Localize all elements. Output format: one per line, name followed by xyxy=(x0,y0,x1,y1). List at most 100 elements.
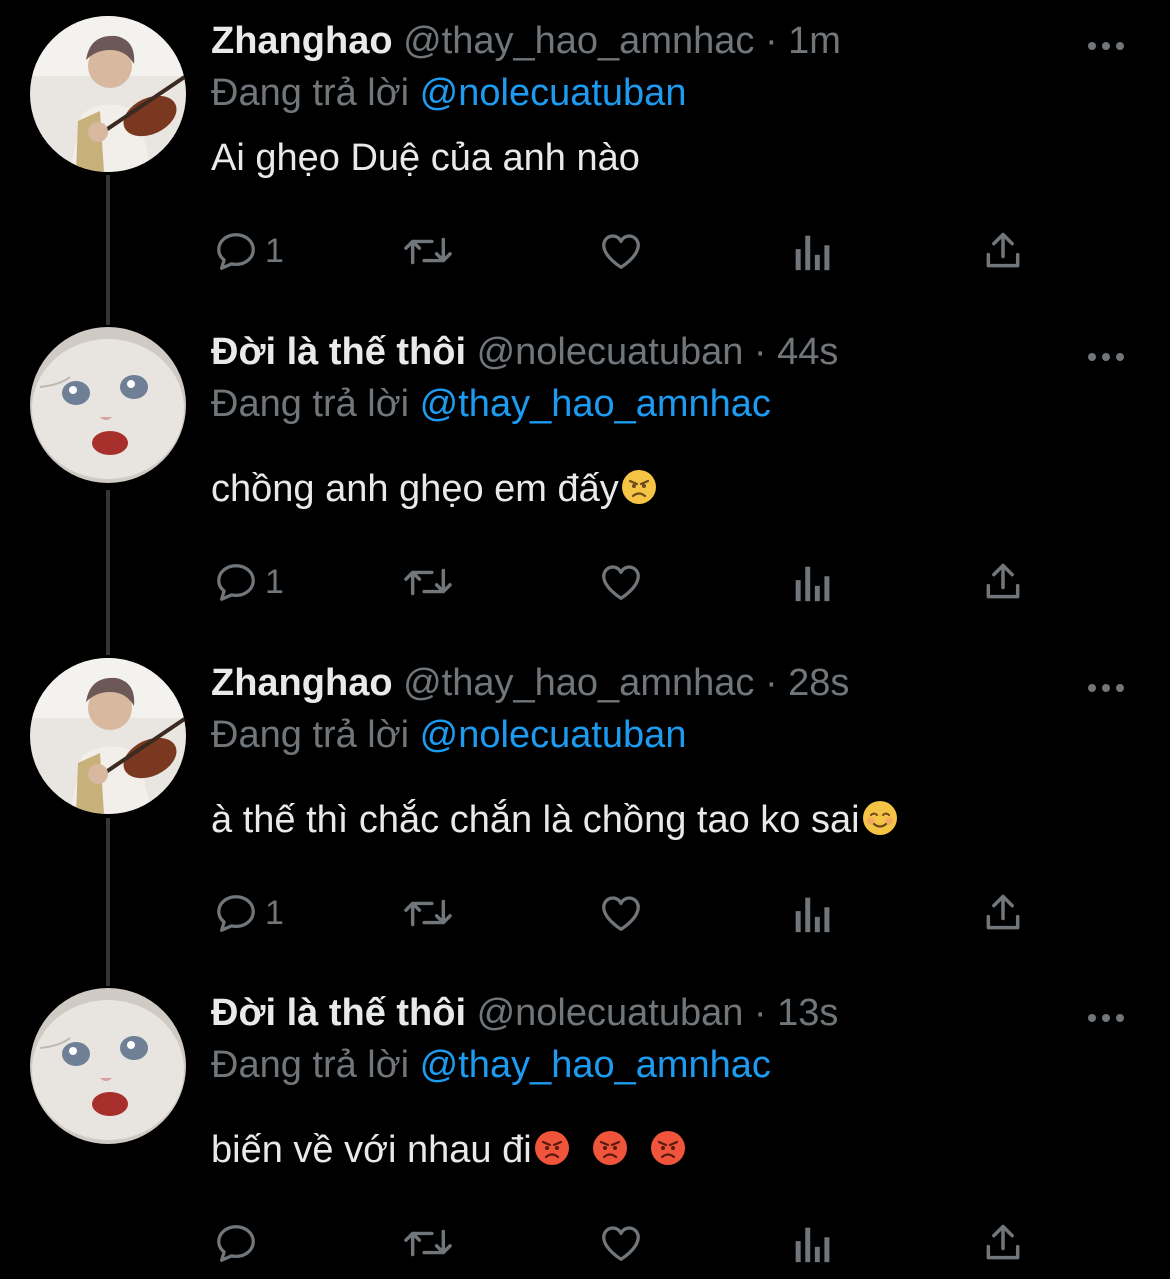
relieved-smile-icon xyxy=(862,801,897,835)
tweet-actions: 1 xyxy=(211,226,1041,276)
share-icon xyxy=(981,1220,1025,1266)
user-handle[interactable]: @nolecuatuban xyxy=(477,992,744,1034)
avatar[interactable] xyxy=(30,16,186,172)
retweet-button[interactable] xyxy=(401,226,455,276)
retweet-button[interactable] xyxy=(401,557,455,607)
more-icon[interactable] xyxy=(1086,36,1126,56)
replying-to: Đang trả lời @thay_hao_amnhac xyxy=(211,381,771,427)
heart-icon xyxy=(597,228,645,274)
share-button[interactable] xyxy=(981,226,1025,276)
retweet-button[interactable] xyxy=(401,888,455,938)
retweet-icon xyxy=(401,890,455,936)
replying-to-label: Đang trả lời xyxy=(211,1044,410,1086)
avatar[interactable] xyxy=(30,988,186,1144)
heart-icon xyxy=(597,559,645,605)
like-button[interactable] xyxy=(597,226,645,276)
replying-to: Đang trả lời @nolecuatuban xyxy=(211,70,686,116)
replying-to-label: Đang trả lời xyxy=(211,714,410,756)
tweet-actions: 1 xyxy=(211,557,1041,607)
user-handle[interactable]: @thay_hao_amnhac xyxy=(403,20,754,62)
tweet-header: Zhanghao @thay_hao_amnhac · 28s xyxy=(211,660,849,706)
separator: · xyxy=(764,20,778,62)
analytics-icon xyxy=(791,228,831,274)
tweet-actions xyxy=(211,1218,1041,1268)
pouting-face-icon xyxy=(650,1131,685,1165)
retweet-icon xyxy=(401,228,455,274)
reply-count: 1 xyxy=(265,231,284,270)
tweet-text: chồng anh ghẹo em đấy xyxy=(211,465,657,513)
analytics-icon xyxy=(791,559,831,605)
reply-icon xyxy=(213,559,259,605)
analytics-icon xyxy=(791,890,831,936)
avatar[interactable] xyxy=(30,658,186,814)
replying-to-label: Đang trả lời xyxy=(211,72,410,114)
tweet-header: Đời là thế thôi @nolecuatuban · 44s xyxy=(211,329,838,375)
display-name[interactable]: Đời là thế thôi xyxy=(211,331,466,373)
angry-face-icon xyxy=(621,470,656,504)
reply-button[interactable]: 1 xyxy=(213,888,284,938)
tweet[interactable]: Đời là thế thôi @nolecuatuban · 13s Đang… xyxy=(0,988,1170,1279)
timestamp[interactable]: 13s xyxy=(777,992,838,1034)
tweet-header: Đời là thế thôi @nolecuatuban · 13s xyxy=(211,990,838,1036)
separator: · xyxy=(764,662,778,704)
analytics-icon xyxy=(791,1220,831,1266)
reply-button[interactable]: 1 xyxy=(213,557,284,607)
heart-icon xyxy=(597,1220,645,1266)
reply-button[interactable] xyxy=(213,1218,265,1268)
pouting-face-icon xyxy=(534,1131,569,1165)
replying-to: Đang trả lời @thay_hao_amnhac xyxy=(211,1042,771,1088)
tweet[interactable]: Zhanghao @thay_hao_amnhac · 28s Đang trả… xyxy=(0,658,1170,958)
display-name[interactable]: Zhanghao xyxy=(211,20,393,62)
mention-link[interactable]: @nolecuatuban xyxy=(420,72,687,114)
views-button[interactable] xyxy=(791,557,831,607)
share-button[interactable] xyxy=(981,888,1025,938)
timestamp[interactable]: 44s xyxy=(777,331,838,373)
pouting-face-icon xyxy=(592,1131,627,1165)
user-handle[interactable]: @thay_hao_amnhac xyxy=(403,662,754,704)
share-button[interactable] xyxy=(981,1218,1025,1268)
more-icon[interactable] xyxy=(1086,347,1126,367)
mention-link[interactable]: @thay_hao_amnhac xyxy=(420,1044,771,1086)
display-name[interactable]: Đời là thế thôi xyxy=(211,992,466,1034)
tweet-header: Zhanghao @thay_hao_amnhac · 1m xyxy=(211,18,841,64)
like-button[interactable] xyxy=(597,557,645,607)
tweet-text: Ai ghẹo Duệ của anh nào xyxy=(211,134,640,182)
share-icon xyxy=(981,228,1025,274)
tweet-actions: 1 xyxy=(211,888,1041,938)
tweet-text-content: à thế thì chắc chắn là chồng tao ko sai xyxy=(211,799,860,841)
views-button[interactable] xyxy=(791,226,831,276)
like-button[interactable] xyxy=(597,888,645,938)
share-icon xyxy=(981,890,1025,936)
more-icon[interactable] xyxy=(1086,1008,1126,1028)
reply-icon xyxy=(213,1220,259,1266)
views-button[interactable] xyxy=(791,1218,831,1268)
mention-link[interactable]: @nolecuatuban xyxy=(420,714,687,756)
heart-icon xyxy=(597,890,645,936)
timestamp[interactable]: 1m xyxy=(788,20,841,62)
reply-count: 1 xyxy=(265,893,284,932)
reply-count: 1 xyxy=(265,562,284,601)
tweet-text-content: chồng anh ghẹo em đấy xyxy=(211,468,619,510)
views-button[interactable] xyxy=(791,888,831,938)
tweet[interactable]: Đời là thế thôi @nolecuatuban · 44s Đang… xyxy=(0,327,1170,627)
display-name[interactable]: Zhanghao xyxy=(211,662,393,704)
separator: · xyxy=(753,992,767,1034)
retweet-button[interactable] xyxy=(401,1218,455,1268)
tweet[interactable]: Zhanghao @thay_hao_amnhac · 1m Đang trả … xyxy=(0,16,1170,306)
retweet-icon xyxy=(401,1220,455,1266)
tweet-text-content: Ai ghẹo Duệ của anh nào xyxy=(211,137,640,179)
user-handle[interactable]: @nolecuatuban xyxy=(477,331,744,373)
more-icon[interactable] xyxy=(1086,678,1126,698)
mention-link[interactable]: @thay_hao_amnhac xyxy=(420,383,771,425)
timestamp[interactable]: 28s xyxy=(788,662,849,704)
like-button[interactable] xyxy=(597,1218,645,1268)
tweet-text: à thế thì chắc chắn là chồng tao ko sai xyxy=(211,796,898,844)
tweet-text-content: biến về với nhau đi xyxy=(211,1129,532,1171)
reply-icon xyxy=(213,228,259,274)
share-icon xyxy=(981,559,1025,605)
retweet-icon xyxy=(401,559,455,605)
avatar[interactable] xyxy=(30,327,186,483)
reply-button[interactable]: 1 xyxy=(213,226,284,276)
reply-icon xyxy=(213,890,259,936)
share-button[interactable] xyxy=(981,557,1025,607)
